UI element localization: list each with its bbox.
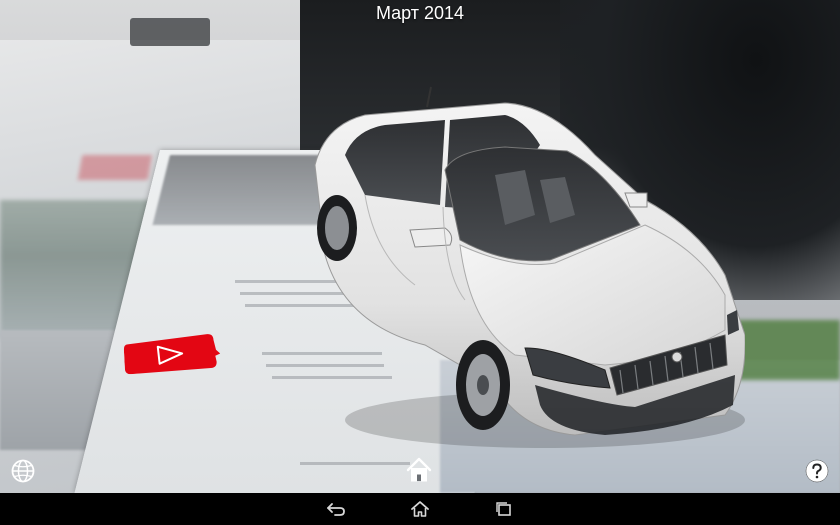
help-button[interactable] — [804, 458, 830, 484]
language-button[interactable] — [10, 458, 36, 484]
nav-back-button[interactable] — [324, 499, 348, 519]
magazine-red-logo — [77, 155, 153, 180]
car-3d-model[interactable] — [305, 85, 745, 450]
help-icon — [805, 459, 829, 483]
ar-video-play-button[interactable] — [123, 328, 221, 375]
globe-icon — [11, 459, 35, 483]
system-navigation-bar — [0, 493, 840, 525]
home-icon — [406, 457, 432, 482]
issue-title: Март 2014 — [375, 3, 465, 23]
nav-home-icon — [411, 501, 429, 517]
back-icon — [327, 503, 345, 516]
nav-home-button[interactable] — [408, 499, 432, 519]
recents-icon — [496, 502, 511, 516]
camera-view — [0, 0, 840, 493]
ar-viewer-screen: Март 2014 — [0, 0, 840, 525]
home-button[interactable] — [405, 456, 433, 484]
nav-recents-button[interactable] — [492, 499, 516, 519]
magazine-text-line — [300, 462, 410, 465]
